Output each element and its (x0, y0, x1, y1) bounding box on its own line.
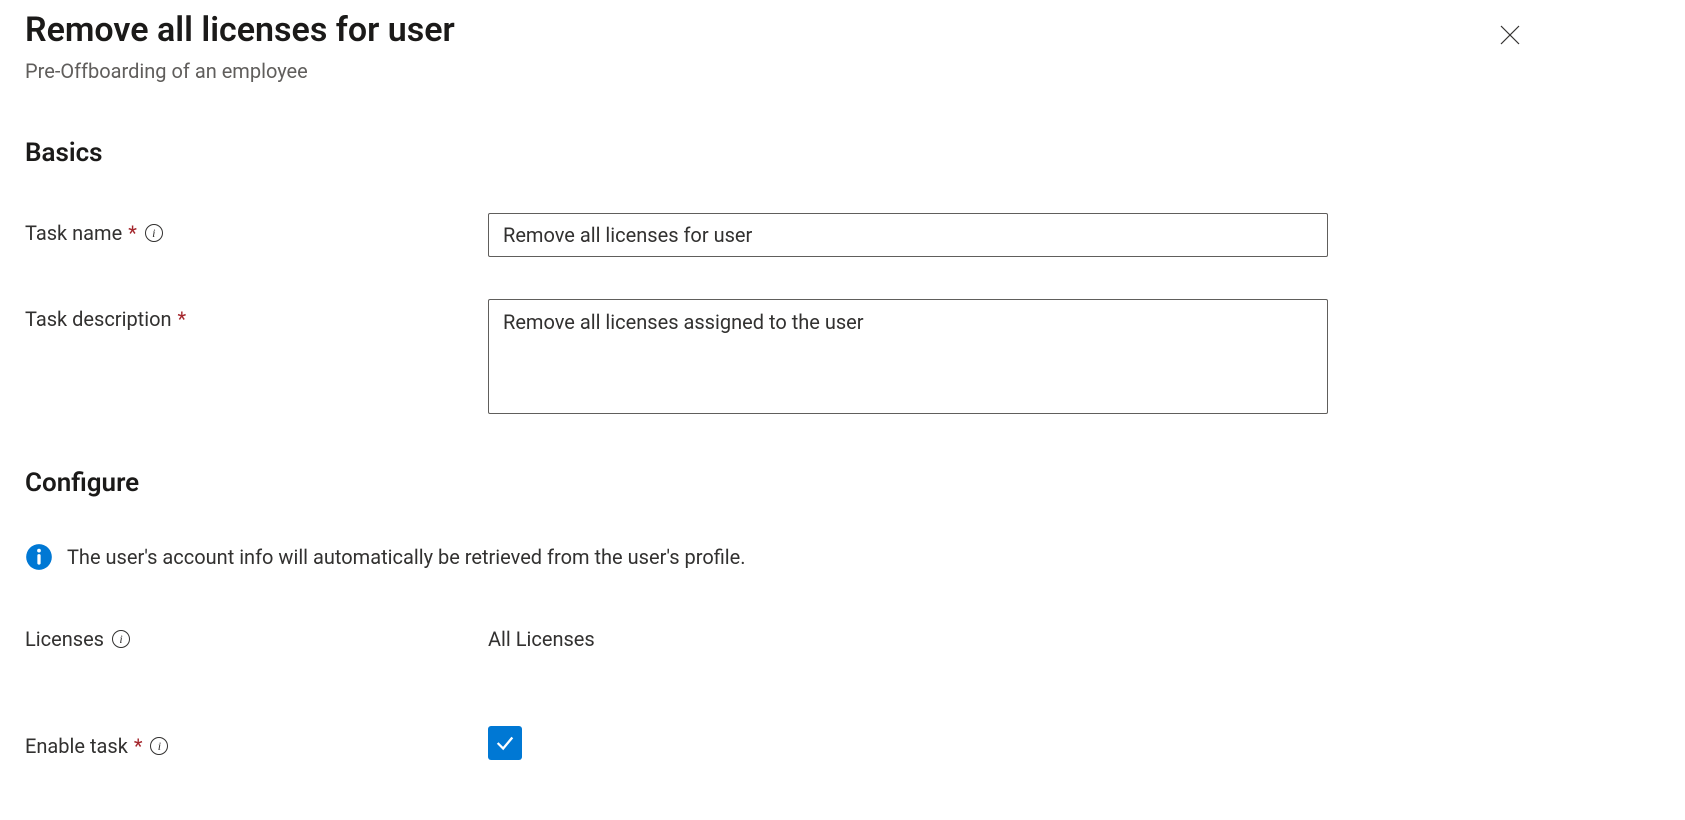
licenses-label: Licenses (25, 627, 104, 651)
close-icon (1498, 23, 1522, 47)
info-icon[interactable]: i (112, 630, 130, 648)
basics-heading: Basics (25, 138, 1660, 168)
info-icon (25, 543, 53, 571)
info-icon[interactable]: i (145, 224, 163, 242)
task-description-input[interactable] (488, 299, 1328, 414)
required-indicator: * (178, 307, 187, 331)
task-name-input[interactable] (488, 213, 1328, 257)
enable-task-label: Enable task (25, 734, 128, 758)
task-description-label: Task description (25, 307, 172, 331)
required-indicator: * (128, 221, 137, 245)
licenses-value: All Licenses (488, 619, 595, 651)
page-subtitle: Pre-Offboarding of an employee (25, 59, 455, 83)
info-icon[interactable]: i (150, 737, 168, 755)
check-icon (494, 732, 516, 754)
required-indicator: * (134, 734, 143, 758)
close-button[interactable] (1490, 15, 1530, 58)
task-name-label: Task name (25, 221, 122, 245)
page-title: Remove all licenses for user (25, 10, 455, 51)
enable-task-checkbox[interactable] (488, 726, 522, 760)
info-banner-text: The user's account info will automatical… (67, 545, 746, 569)
configure-heading: Configure (25, 468, 1660, 498)
